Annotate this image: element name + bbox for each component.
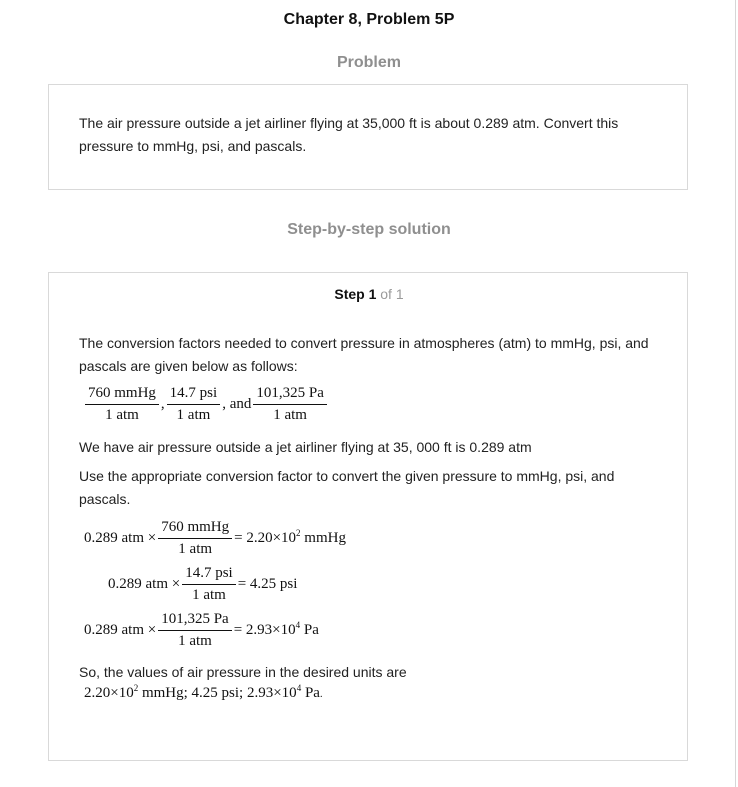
step-intro: The conversion factors needed to convert… — [79, 335, 649, 374]
problem-heading: Problem — [336, 54, 401, 71]
factor-psi-num: 14.7 psi — [166, 384, 221, 405]
eq1-num: 760 mmHg — [158, 518, 233, 539]
eq3-rhs-value: = 2.93×10 — [233, 622, 296, 638]
factor-pa-den: 1 atm — [273, 407, 307, 423]
eq1-den: 1 atm — [178, 541, 213, 557]
eq3-lhs: 0.289 atm × — [84, 622, 157, 638]
eq1-rhs-value: = 2.20×10 — [234, 530, 297, 546]
factor-mmhg: 760 mmHg 1 atm — [83, 384, 161, 425]
given-text: We have air pressure outside a jet airli… — [79, 439, 532, 455]
final-answer: 2.20×102 mmHg; 4.25 psi; 2.93×104 Pa. — [84, 684, 323, 702]
solution-heading: Step-by-step solution — [287, 221, 451, 238]
eq3-den: 1 atm — [178, 633, 212, 649]
conversion-factors: 760 mmHg 1 atm , 14.7 psi 1 atm , and 10… — [83, 384, 329, 425]
step-label: Step 1 — [334, 286, 377, 302]
step-header: Step 1 of 1 — [0, 286, 738, 302]
eq3-fraction: 101,325 Pa 1 atm — [156, 610, 234, 651]
eq2-rhs: = 4.25 psi — [237, 576, 298, 592]
factor-psi-den: 1 atm — [176, 407, 211, 423]
equation-psi: 0.289 atm × 14.7 psi 1 atm = 4.25 psi — [108, 564, 297, 605]
chapter-title: Chapter 8, Problem 5P — [283, 11, 455, 28]
eq3-rhs: = 2.93×104 Pa — [233, 621, 319, 639]
step-count: of 1 — [380, 286, 404, 302]
right-edge-rule — [735, 0, 736, 787]
final-answer-text: 2.20×102 mmHg; 4.25 psi; 2.93×104 Pa. — [84, 684, 323, 702]
conclusion-text: So, the values of air pressure in the de… — [79, 664, 407, 680]
eq3-rhs-unit: Pa — [300, 622, 319, 638]
final-part2: mmHg; 4.25 psi; 2.93×10 — [138, 685, 297, 701]
factor-mmhg-num: 760 mmHg — [85, 384, 159, 405]
eq2-den: 1 atm — [192, 587, 226, 603]
eq2-lhs: 0.289 atm × — [108, 576, 181, 592]
factor-separator-and: , and — [222, 396, 252, 412]
eq1-fraction: 760 mmHg 1 atm — [156, 518, 234, 559]
eq2-fraction: 14.7 psi 1 atm — [180, 564, 238, 605]
factor-pa: 101,325 Pa 1 atm — [251, 384, 329, 425]
factor-psi: 14.7 psi 1 atm — [165, 384, 223, 425]
final-part3: Pa — [301, 685, 320, 701]
factor-pa-num: 101,325 Pa — [253, 384, 327, 405]
factor-mmhg-den: 1 atm — [105, 407, 139, 423]
equation-pa: 0.289 atm × 101,325 Pa 1 atm = 2.93×104 … — [84, 610, 319, 651]
equation-mmhg: 0.289 atm × 760 mmHg 1 atm = 2.20×102 mm… — [84, 518, 346, 559]
eq2-num: 14.7 psi — [182, 564, 236, 585]
eq3-num: 101,325 Pa — [158, 610, 232, 631]
final-end: . — [319, 689, 323, 700]
eq1-rhs: = 2.20×102 mmHg — [234, 529, 346, 547]
eq1-lhs: 0.289 atm × — [84, 530, 157, 546]
final-part1: 2.20×10 — [84, 685, 134, 701]
eq1-rhs-unit: mmHg — [300, 530, 346, 546]
use-factor-text: Use the appropriate conversion factor to… — [79, 468, 615, 507]
problem-text: The air pressure outside a jet airliner … — [79, 115, 619, 154]
